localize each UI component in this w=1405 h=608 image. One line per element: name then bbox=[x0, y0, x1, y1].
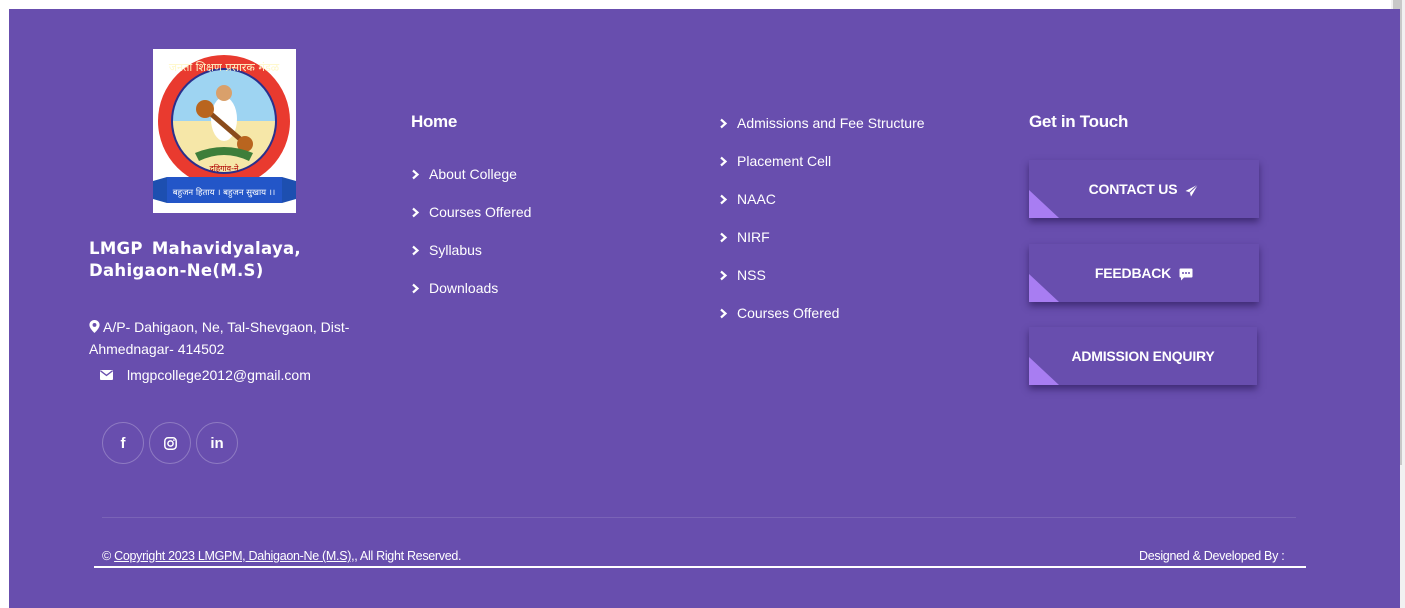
logo-banner-text: बहुजन हिताय । बहुजन सुखाय ।। bbox=[173, 187, 275, 198]
link-label: NIRF bbox=[737, 229, 770, 245]
link-label: NAAC bbox=[737, 191, 776, 207]
admission-enquiry-label: ADMISSION ENQUIRY bbox=[1071, 348, 1215, 364]
link-downloads[interactable]: Downloads bbox=[411, 269, 531, 307]
chevron-right-icon bbox=[720, 270, 728, 280]
logo-village-text: दहिगांव-ने bbox=[210, 163, 239, 173]
chevron-right-icon bbox=[720, 308, 728, 318]
link-label: Downloads bbox=[429, 280, 499, 296]
link-label: Courses Offered bbox=[429, 204, 532, 220]
comment-icon bbox=[1179, 268, 1193, 281]
college-seal-icon: जनता शिक्षण प्रसारक मंडळ दहिगांव-ने बहुज… bbox=[153, 49, 296, 213]
link-label: Syllabus bbox=[429, 242, 482, 258]
social-links: f in bbox=[102, 422, 238, 464]
home-heading[interactable]: Home bbox=[411, 112, 457, 132]
facebook-icon: f bbox=[120, 434, 126, 452]
linkedin-button[interactable]: in bbox=[196, 422, 238, 464]
instagram-icon bbox=[163, 436, 177, 450]
address-text: A/P- Dahigaon, Ne, Tal-Shevgaon, Dist-Ah… bbox=[89, 319, 350, 357]
accent-triangle bbox=[1029, 274, 1059, 302]
link-label: Admissions and Fee Structure bbox=[737, 115, 925, 131]
contact-us-label: CONTACT US bbox=[1088, 181, 1178, 197]
logo-arc-text: जनता शिक्षण प्रसारक मंडळ bbox=[169, 61, 280, 74]
link-label: Courses Offered bbox=[737, 305, 840, 321]
more-links-list: Admissions and Fee Structure Placement C… bbox=[719, 104, 925, 332]
link-courses-offered-2[interactable]: Courses Offered bbox=[719, 294, 925, 332]
copyright-text: © Copyright 2023 LMGPM, Dahigaon-Ne (M.S… bbox=[102, 549, 462, 563]
link-placement-cell[interactable]: Placement Cell bbox=[719, 142, 925, 180]
designed-by-text: Designed & Developed By : bbox=[1139, 549, 1285, 563]
chevron-right-icon bbox=[412, 169, 420, 179]
admission-enquiry-button[interactable]: ADMISSION ENQUIRY bbox=[1029, 327, 1257, 385]
link-label: NSS bbox=[737, 267, 766, 283]
map-marker-icon bbox=[89, 320, 100, 333]
link-label: About College bbox=[429, 166, 517, 182]
email-row[interactable]: lmgpcollege2012@gmail.com bbox=[89, 365, 311, 385]
link-about-college[interactable]: About College bbox=[411, 155, 531, 193]
envelope-icon bbox=[100, 370, 113, 380]
college-logo[interactable]: जनता शिक्षण प्रसारक मंडळ दहिगांव-ने बहुज… bbox=[153, 49, 296, 213]
copyright-symbol: © bbox=[102, 549, 115, 563]
accent-triangle bbox=[1029, 357, 1059, 385]
get-in-touch-heading: Get in Touch bbox=[1029, 112, 1129, 131]
facebook-button[interactable]: f bbox=[102, 422, 144, 464]
linkedin-icon: in bbox=[210, 434, 224, 452]
link-syllabus[interactable]: Syllabus bbox=[411, 231, 531, 269]
site-footer: जनता शिक्षण प्रसारक मंडळ दहिगांव-ने बहुज… bbox=[9, 9, 1400, 608]
chevron-right-icon bbox=[720, 118, 728, 128]
contact-us-button[interactable]: CONTACT US bbox=[1029, 160, 1259, 218]
paper-plane-icon bbox=[1185, 183, 1199, 197]
college-name: LMGP Mahavidyalaya, Dahigaon-Ne(M.S) bbox=[89, 239, 302, 280]
address: A/P- Dahigaon, Ne, Tal-Shevgaon, Dist-Ah… bbox=[89, 316, 379, 360]
link-nirf[interactable]: NIRF bbox=[719, 218, 925, 256]
chevron-right-icon bbox=[720, 232, 728, 242]
footer-divider bbox=[102, 517, 1296, 518]
instagram-button[interactable] bbox=[149, 422, 191, 464]
link-label: Placement Cell bbox=[737, 153, 832, 169]
link-naac[interactable]: NAAC bbox=[719, 180, 925, 218]
feedback-button[interactable]: FEEDBACK bbox=[1029, 244, 1259, 302]
link-admissions-fee[interactable]: Admissions and Fee Structure bbox=[719, 104, 925, 142]
feedback-label: FEEDBACK bbox=[1094, 265, 1172, 281]
quick-links-list: About College Courses Offered Syllabus D… bbox=[411, 155, 531, 307]
chevron-right-icon bbox=[412, 207, 420, 217]
chevron-right-icon bbox=[720, 156, 728, 166]
chevron-right-icon bbox=[412, 245, 420, 255]
chevron-right-icon bbox=[720, 194, 728, 204]
copyright-suffix: , All Right Reserved. bbox=[354, 549, 462, 563]
bottom-rule bbox=[94, 566, 1306, 568]
copyright-link[interactable]: Copyright 2023 LMGPM, Dahigaon-Ne (M.S), bbox=[114, 549, 354, 563]
link-courses-offered[interactable]: Courses Offered bbox=[411, 193, 531, 231]
email-link[interactable]: lmgpcollege2012@gmail.com bbox=[127, 367, 311, 383]
accent-triangle bbox=[1029, 190, 1059, 218]
link-nss[interactable]: NSS bbox=[719, 256, 925, 294]
chevron-right-icon bbox=[412, 283, 420, 293]
